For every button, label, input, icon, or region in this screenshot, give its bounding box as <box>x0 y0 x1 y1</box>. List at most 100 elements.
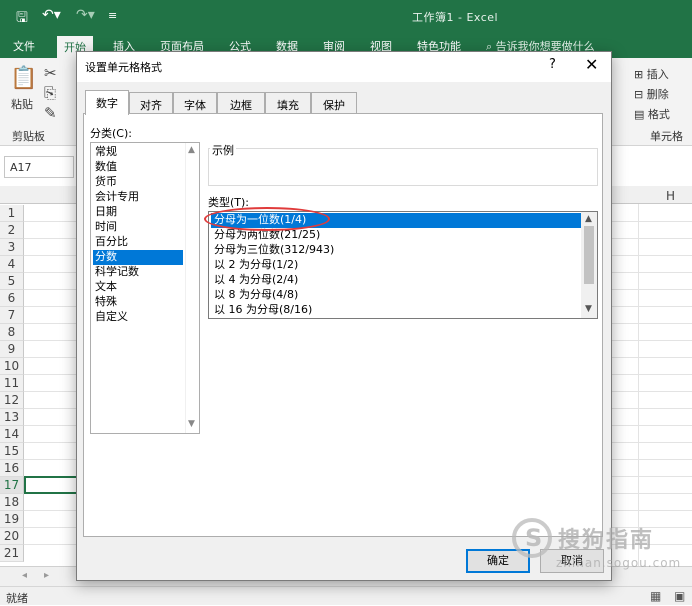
type-scrollbar[interactable]: ▲ ▼ <box>581 212 597 318</box>
close-icon[interactable]: ✕ <box>585 55 598 74</box>
type-item[interactable]: 分母为三位数(312/943) <box>211 243 581 258</box>
clipboard-group-label: 剪贴板 <box>12 130 45 143</box>
category-item-selected[interactable]: 分数 <box>93 250 183 265</box>
category-list[interactable]: 常规 数值 货币 会计专用 日期 时间 百分比 分数 科学记数 文本 特殊 自定… <box>90 142 200 434</box>
row-header[interactable]: 13 <box>0 409 24 426</box>
column-header-h[interactable]: H <box>666 189 675 203</box>
scroll-down-icon[interactable]: ▼ <box>585 304 592 314</box>
type-item[interactable]: 以 2 为分母(1/2) <box>211 258 581 273</box>
tab-alignment[interactable]: 对齐 <box>129 92 173 114</box>
row-header-selected[interactable]: 17 <box>0 477 24 494</box>
dialog-title: 设置单元格格式 <box>85 61 162 74</box>
type-item[interactable]: 以 8 为分母(4/8) <box>211 288 581 303</box>
insert-cells-button[interactable]: ⊞ 插入 <box>634 66 669 82</box>
type-item[interactable]: 以 4 为分母(2/4) <box>211 273 581 288</box>
row-header[interactable]: 14 <box>0 426 24 443</box>
scrollbar-thumb[interactable] <box>584 226 594 284</box>
row-header[interactable]: 12 <box>0 392 24 409</box>
status-text: 就绪 <box>6 592 28 605</box>
format-cells-label: 格式 <box>647 108 670 121</box>
category-label: 分类(C): <box>90 127 132 140</box>
category-item[interactable]: 常规 <box>93 145 183 160</box>
row-header[interactable]: 9 <box>0 341 24 358</box>
category-item[interactable]: 会计专用 <box>93 190 183 205</box>
copy-icon[interactable]: ⎘ <box>44 84 56 102</box>
cells-group-label: 单元格 <box>650 130 683 143</box>
row-header[interactable]: 7 <box>0 307 24 324</box>
row-header[interactable]: 6 <box>0 290 24 307</box>
delete-cells-button[interactable]: ⊟ 删除 <box>634 86 669 102</box>
name-box[interactable]: A17 <box>4 156 74 178</box>
row-header[interactable]: 11 <box>0 375 24 392</box>
row-header[interactable]: 1 <box>0 205 24 222</box>
row-header[interactable]: 19 <box>0 511 24 528</box>
row-header[interactable]: 8 <box>0 324 24 341</box>
insert-cells-icon: ⊞ <box>634 68 644 81</box>
undo-icon[interactable]: ↶▾ <box>42 7 61 23</box>
tab-font[interactable]: 字体 <box>173 92 217 114</box>
row-header[interactable]: 15 <box>0 443 24 460</box>
tab-fill[interactable]: 填充 <box>265 92 311 114</box>
tab-border[interactable]: 边框 <box>217 92 265 114</box>
category-item[interactable]: 自定义 <box>93 310 183 325</box>
category-item[interactable]: 百分比 <box>93 235 183 250</box>
format-painter-icon[interactable]: ✎ <box>44 104 57 122</box>
paste-button[interactable]: 粘贴 <box>11 96 33 112</box>
format-cells-button[interactable]: ▤ 格式 <box>634 106 670 122</box>
category-item[interactable]: 时间 <box>93 220 183 235</box>
sample-preview-box <box>208 148 598 186</box>
save-icon[interactable]: 🖫 <box>16 7 28 31</box>
delete-cells-label: 删除 <box>646 88 669 101</box>
scroll-up-icon[interactable]: ▲ <box>188 145 195 155</box>
delete-cells-icon: ⊟ <box>634 88 644 101</box>
row-header[interactable]: 16 <box>0 460 24 477</box>
page-layout-view-icon[interactable]: ▣ <box>674 589 685 603</box>
category-item[interactable]: 特殊 <box>93 295 183 310</box>
insert-cells-label: 插入 <box>646 68 669 81</box>
type-item[interactable]: 以 16 为分母(8/16) <box>211 303 581 318</box>
category-scrollbar[interactable]: ▲ ▼ <box>185 143 199 433</box>
watermark: 搜狗指南 zhinan.sogou.com <box>512 518 682 584</box>
row-header[interactable]: 10 <box>0 358 24 375</box>
redo-icon[interactable]: ↷▾ <box>76 7 95 23</box>
dialog-tabstrip: 数字 对齐 字体 边框 填充 保护 <box>83 90 603 115</box>
tab-number[interactable]: 数字 <box>85 90 129 115</box>
category-item[interactable]: 货币 <box>93 175 183 190</box>
customize-quick-access-icon[interactable]: ≡ <box>108 9 117 22</box>
normal-view-icon[interactable]: ▦ <box>650 589 661 603</box>
watermark-text: 搜狗指南 <box>558 528 655 553</box>
highlight-annotation <box>204 207 330 231</box>
scroll-sheets-left-icon[interactable]: ◂ <box>22 570 27 581</box>
scroll-down-icon[interactable]: ▼ <box>188 419 195 429</box>
format-cells-dialog: 设置单元格格式 ? ✕ 数字 对齐 字体 边框 填充 保护 分类(C): 常规 … <box>76 51 612 581</box>
status-bar: 就绪 ▦ ▣ <box>0 586 692 605</box>
active-cell-a17[interactable] <box>24 476 78 494</box>
scroll-up-icon[interactable]: ▲ <box>585 214 592 224</box>
excel-titlebar: 🖫 ↶▾ ↷▾ ≡ 工作簿1 - Excel <box>0 0 692 32</box>
cut-icon[interactable]: ✂ <box>44 64 57 82</box>
column-divider <box>638 204 639 566</box>
paste-icon[interactable]: 📋 <box>10 66 37 91</box>
category-item[interactable]: 日期 <box>93 205 183 220</box>
watermark-url: zhinan.sogou.com <box>556 556 682 570</box>
sample-label: 示例 <box>210 142 236 158</box>
row-header[interactable]: 21 <box>0 545 24 562</box>
number-tab-panel: 分类(C): 常规 数值 货币 会计专用 日期 时间 百分比 分数 科学记数 文… <box>83 113 603 537</box>
category-item[interactable]: 数值 <box>93 160 183 175</box>
row-header[interactable]: 20 <box>0 528 24 545</box>
scroll-sheets-right-icon[interactable]: ▸ <box>44 570 49 581</box>
help-button[interactable]: ? <box>549 57 556 72</box>
format-cells-icon: ▤ <box>634 108 645 121</box>
dialog-titlebar[interactable]: 设置单元格格式 ? ✕ <box>77 52 611 82</box>
window-title: 工作簿1 - Excel <box>412 11 499 24</box>
tab-protection[interactable]: 保护 <box>311 92 357 114</box>
category-item[interactable]: 文本 <box>93 280 183 295</box>
tab-file[interactable]: 文件 <box>13 38 35 54</box>
row-header[interactable]: 3 <box>0 239 24 256</box>
category-item[interactable]: 科学记数 <box>93 265 183 280</box>
row-header[interactable]: 5 <box>0 273 24 290</box>
row-header[interactable]: 4 <box>0 256 24 273</box>
row-header[interactable]: 2 <box>0 222 24 239</box>
sogou-logo-icon <box>512 518 552 558</box>
row-header[interactable]: 18 <box>0 494 24 511</box>
